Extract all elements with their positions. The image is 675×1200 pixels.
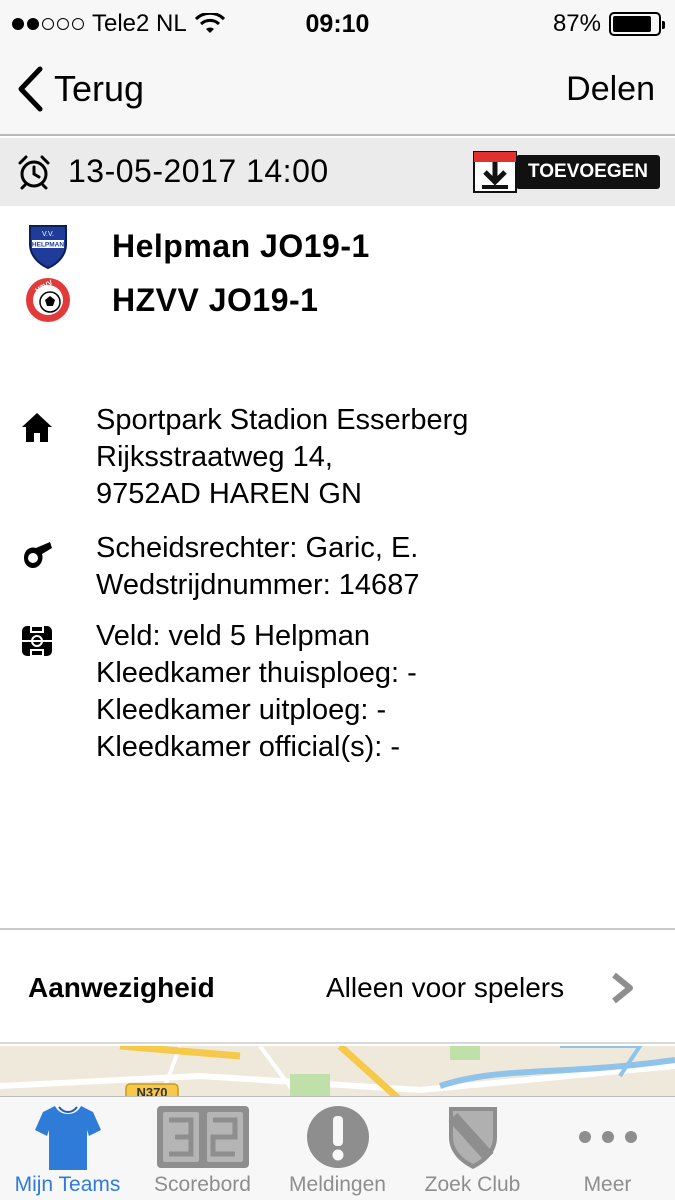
battery-percent: 87% (552, 10, 601, 37)
tab-label: Zoek Club (424, 1173, 521, 1196)
chevron-left-icon (18, 66, 43, 112)
attendance-row[interactable]: Aanwezigheid Alleen voor spelers (0, 934, 675, 1042)
add-button-label: TOEVOEGEN (516, 155, 661, 189)
tab-scorebord[interactable]: Scorebord (135, 1097, 270, 1200)
hzvv-logo-icon: HZVV (26, 278, 70, 322)
attendance-value: Alleen voor spelers (326, 972, 565, 1003)
back-label: Terug (54, 68, 145, 109)
svg-text:V.V.: V.V. (42, 231, 54, 238)
tab-label: Meer (583, 1173, 632, 1196)
scoreboard-icon (156, 1106, 249, 1168)
referee-line: Scheidsrechter: Garic, E. (96, 532, 419, 564)
helpman-logo-icon: V.V. HELPMAN (29, 225, 67, 270)
calendar-download-icon (473, 151, 517, 193)
add-to-calendar-button[interactable]: TOEVOEGEN (472, 150, 661, 194)
officials-dressing-room-line: Kleedkamer official(s): - (96, 731, 401, 763)
map-image: N370 (0, 1046, 675, 1100)
venue-name: Sportpark Stadion Esserberg (96, 404, 469, 436)
chevron-right-icon (612, 972, 633, 1004)
field-line: Veld: veld 5 Helpman (96, 620, 371, 652)
alarm-clock-icon (18, 155, 50, 190)
navigation-bar: Terug Delen (0, 48, 675, 136)
home-team-row: V.V. HELPMAN Helpman JO19-1 (0, 220, 675, 272)
divider (0, 928, 675, 930)
tab-label: Mijn Teams (14, 1173, 121, 1196)
field-lines: Veld: veld 5 Helpman Kleedkamer thuisplo… (96, 618, 417, 766)
whistle-icon (24, 542, 52, 568)
location-lines: Sportpark Stadion Esserberg Rijksstraatw… (96, 402, 468, 513)
venue-street: Rijksstraatweg 14, (96, 441, 333, 473)
status-right: 87% (552, 10, 665, 38)
tab-bar: Mijn Teams Scorebord Meldingen Zoek Club… (0, 1096, 675, 1200)
exclamation-icon (306, 1106, 369, 1168)
soccer-field-icon (22, 625, 52, 657)
away-team-row: HZVV HZVV JO19-1 (0, 274, 675, 326)
tab-mijn-teams[interactable]: Mijn Teams (0, 1097, 135, 1200)
attendance-label: Aanwezigheid (28, 972, 215, 1003)
tab-meer[interactable]: Meer (540, 1097, 675, 1200)
battery-icon (609, 12, 665, 36)
tab-zoek-club[interactable]: Zoek Club (405, 1097, 540, 1200)
shield-icon (448, 1107, 497, 1169)
officials-lines: Scheidsrechter: Garic, E. Wedstrijdnumme… (96, 530, 419, 604)
away-team-name: HZVV JO19-1 (112, 281, 319, 318)
tab-label: Meldingen (289, 1173, 386, 1196)
svg-text:HELPMAN: HELPMAN (32, 242, 64, 249)
home-team-name: Helpman JO19-1 (112, 227, 370, 264)
shirt-icon (34, 1106, 101, 1170)
match-datetime: 13-05-2017 14:00 (68, 153, 329, 189)
more-icon (578, 1131, 637, 1143)
share-button[interactable]: Delen (566, 70, 655, 109)
match-number-line: Wedstrijdnummer: 14687 (96, 569, 420, 601)
venue-city: 9752AD HAREN GN (96, 478, 362, 510)
home-dressing-room-line: Kleedkamer thuisploeg: - (96, 657, 417, 689)
map-preview[interactable]: N370 (0, 1046, 675, 1100)
back-button[interactable]: Terug (16, 66, 144, 112)
tab-meldingen[interactable]: Meldingen (270, 1097, 405, 1200)
divider (0, 1042, 675, 1044)
status-bar: Tele2 NL 09:10 87% (0, 0, 675, 48)
home-icon (22, 413, 52, 442)
tab-label: Scorebord (154, 1173, 251, 1196)
away-dressing-room-line: Kleedkamer uitploeg: - (96, 694, 387, 726)
